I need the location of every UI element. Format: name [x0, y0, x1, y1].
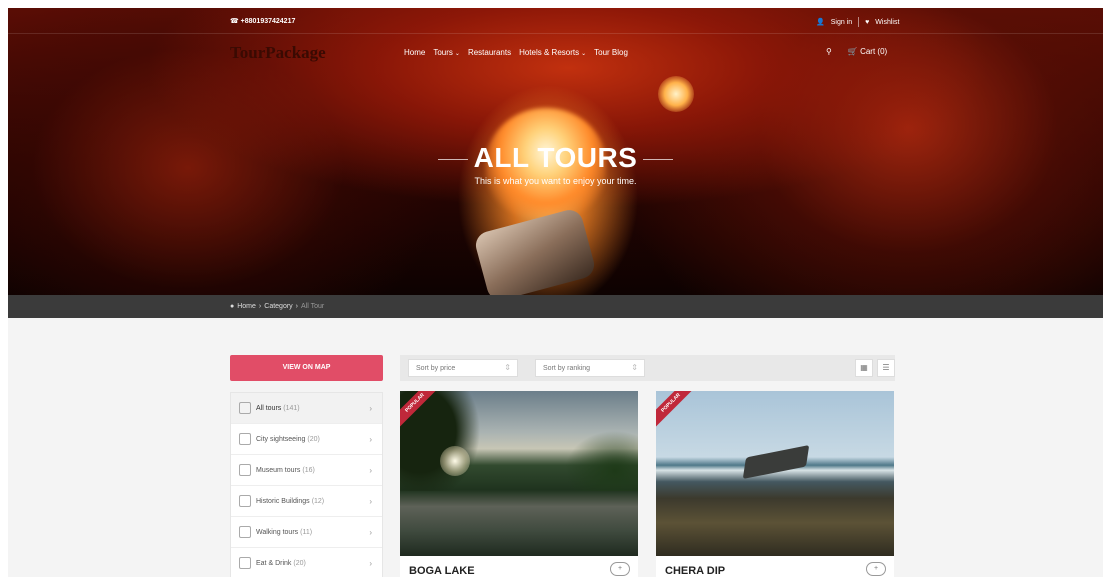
sort-ranking-label: Sort by ranking: [543, 365, 591, 372]
page-title: ALL TOURS: [473, 142, 638, 173]
page-title-wrap: ALL TOURS: [8, 142, 1103, 174]
tour-card[interactable]: POPULAR BOGA LAKE +: [400, 391, 638, 577]
add-to-wishlist-icon[interactable]: +: [866, 562, 886, 576]
phone-number[interactable]: ☎ +8801937424217: [230, 17, 295, 25]
sort-by-price-select[interactable]: Sort by price ⇕: [408, 359, 518, 377]
filter-all-tours[interactable]: All tours (141) ›: [231, 393, 382, 424]
column-icon: [239, 495, 251, 507]
dining-icon: [239, 557, 251, 569]
sort-price-label: Sort by price: [416, 365, 456, 372]
breadcrumb-separator: ›: [295, 303, 299, 310]
breadcrumb-category[interactable]: Category: [264, 303, 292, 310]
nav-tours[interactable]: Tours ⌄: [433, 48, 460, 57]
wishlist-link[interactable]: Wishlist: [875, 19, 899, 26]
breadcrumb-bar: ● Home › Category › All Tour: [8, 295, 1103, 318]
title-rule-right: [643, 159, 674, 161]
sort-toolbar: Sort by price ⇕ Sort by ranking ⇕ ▦ ☰: [400, 355, 895, 381]
add-to-wishlist-icon[interactable]: +: [610, 562, 630, 576]
site-logo[interactable]: TourPackage: [230, 43, 326, 63]
search-icon[interactable]: ⚲: [826, 47, 832, 56]
chevron-down-icon: ⌄: [581, 51, 587, 57]
hero-banner: ☎ +8801937424217 👤 Sign in ♥ Wishlist To…: [8, 8, 1103, 295]
user-icon: 👤: [816, 19, 825, 26]
tour-photo: POPULAR: [400, 391, 638, 556]
tour-name[interactable]: CHERA DIP: [665, 565, 725, 577]
tree-silhouettes: [400, 391, 638, 491]
nav-restaurants[interactable]: Restaurants: [468, 48, 511, 57]
main-nav: Home Tours ⌄ Restaurants Hotels & Resorts…: [404, 48, 628, 57]
category-filter-list: All tours (141) › City sightseeing (20) …: [230, 392, 383, 577]
divider: [858, 17, 860, 27]
lantern-flame-secondary: [658, 76, 694, 112]
home-icon: ●: [230, 303, 235, 310]
filter-count: (141): [283, 404, 300, 412]
chevron-right-icon: ›: [369, 434, 372, 444]
filter-count: (16): [302, 466, 315, 474]
heart-icon: ♥: [865, 18, 870, 26]
tour-photo: POPULAR: [656, 391, 894, 556]
tag-icon: [239, 402, 251, 414]
filter-count: (20): [293, 559, 306, 567]
rock-formation: [742, 445, 810, 479]
popular-badge: POPULAR: [656, 391, 700, 432]
chevron-right-icon: ›: [369, 527, 372, 537]
filter-label: Walking tours: [256, 528, 299, 536]
nav-blog[interactable]: Tour Blog: [594, 48, 628, 57]
filter-museum-tours[interactable]: Museum tours (16) ›: [231, 455, 382, 486]
select-arrows-icon: ⇕: [504, 363, 511, 372]
filter-label: Museum tours: [256, 466, 301, 474]
top-bar: ☎ +8801937424217 👤 Sign in ♥ Wishlist: [8, 8, 1103, 34]
filter-count: (11): [300, 528, 313, 536]
nav-home[interactable]: Home: [404, 48, 425, 57]
chevron-right-icon: ›: [369, 558, 372, 568]
chevron-right-icon: ›: [369, 496, 372, 506]
nav-utilities: ⚲ 🛒 Cart (0): [826, 47, 887, 56]
view-on-map-button[interactable]: VIEW ON MAP: [230, 355, 383, 381]
select-arrows-icon: ⇕: [631, 363, 638, 372]
filter-historic-buildings[interactable]: Historic Buildings (12) ›: [231, 486, 382, 517]
filter-label: Historic Buildings: [256, 497, 310, 505]
filter-count: (12): [311, 497, 325, 505]
cart-label: Cart (0): [860, 47, 888, 56]
museum-icon: [239, 464, 251, 476]
filter-eat-drink[interactable]: Eat & Drink (20) ›: [231, 548, 382, 577]
breadcrumb-home[interactable]: Home: [237, 303, 256, 310]
tour-card[interactable]: POPULAR CHERA DIP +: [656, 391, 894, 577]
sign-in-link[interactable]: Sign in: [831, 19, 852, 26]
breadcrumb-current: All Tour: [301, 303, 325, 310]
cart-icon: 🛒: [847, 47, 858, 56]
content-area: VIEW ON MAP All tours (141) › City sight…: [8, 318, 1103, 577]
lantern-fuel-cell: [472, 206, 598, 295]
sort-by-ranking-select[interactable]: Sort by ranking ⇕: [535, 359, 645, 377]
chevron-down-icon: ⌄: [454, 51, 460, 57]
list-view-icon[interactable]: ☰: [877, 359, 895, 377]
nav-hotels[interactable]: Hotels & Resorts ⌄: [519, 48, 586, 57]
cart-link[interactable]: 🛒 Cart (0): [848, 47, 887, 56]
nav-hotels-label: Hotels & Resorts: [519, 48, 580, 57]
filter-label: Eat & Drink: [256, 559, 292, 567]
filter-label: All tours: [256, 404, 282, 412]
filter-count: (20): [307, 435, 320, 443]
filter-label: City sightseeing: [256, 435, 306, 443]
breadcrumb: ● Home › Category › All Tour: [230, 303, 324, 310]
filter-city-sightseeing[interactable]: City sightseeing (20) ›: [231, 424, 382, 455]
filter-walking-tours[interactable]: Walking tours (11) ›: [231, 517, 382, 548]
chevron-right-icon: ›: [369, 465, 372, 475]
sightseeing-icon: [239, 433, 251, 445]
title-rule-left: [437, 159, 468, 161]
account-links: 👤 Sign in ♥ Wishlist: [816, 17, 899, 27]
tour-name[interactable]: BOGA LAKE: [409, 565, 475, 577]
page-subtitle: This is what you want to enjoy your time…: [474, 176, 637, 186]
chevron-right-icon: ›: [369, 403, 372, 413]
grid-view-icon[interactable]: ▦: [855, 359, 873, 377]
sun-glow: [440, 446, 470, 476]
walking-icon: [239, 526, 251, 538]
nav-tours-label: Tours: [433, 48, 453, 57]
breadcrumb-separator: ›: [258, 303, 262, 310]
